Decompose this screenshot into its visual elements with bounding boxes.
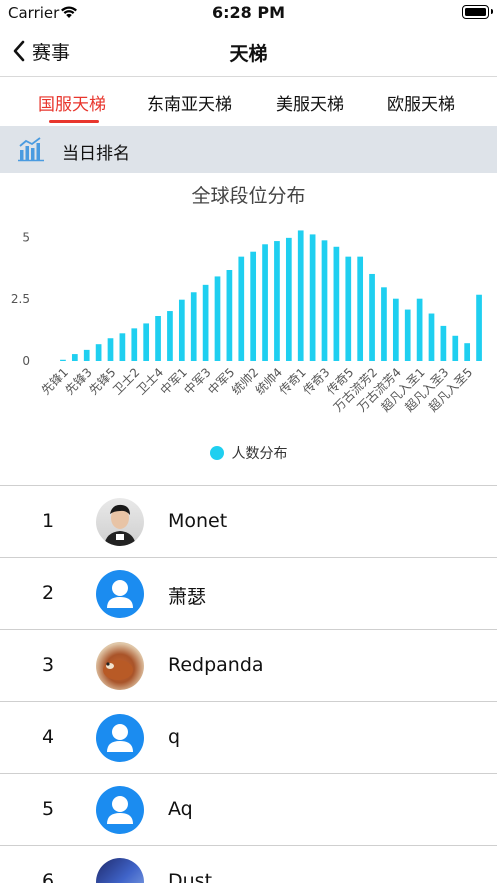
default-avatar-icon bbox=[96, 714, 144, 762]
player-name: Aq bbox=[168, 798, 193, 820]
player-name: Redpanda bbox=[168, 654, 264, 676]
chart-bar bbox=[381, 287, 387, 361]
chart-bar bbox=[440, 325, 447, 361]
x-tick-label: 卫士2 bbox=[110, 365, 142, 397]
legend-swatch bbox=[209, 446, 224, 460]
chart-bar bbox=[214, 276, 221, 361]
tab-eu-ladder[interactable]: 欧服天梯 bbox=[387, 90, 455, 115]
player-name: 萧瑟 bbox=[168, 586, 207, 608]
chart-bar bbox=[452, 335, 459, 361]
chart-bar bbox=[476, 294, 482, 361]
chart-bar bbox=[274, 241, 280, 361]
chart-bar bbox=[250, 251, 257, 361]
ranking-row[interactable]: 2 萧瑟 bbox=[0, 558, 497, 630]
tab-sea-ladder[interactable]: 东南亚天梯 bbox=[147, 90, 232, 115]
y-tick-label: 0 bbox=[22, 354, 30, 368]
status-bar: Carrier 6:28 PM bbox=[0, 0, 497, 26]
chart-bar bbox=[226, 270, 233, 361]
rank-number: 3 bbox=[41, 654, 55, 676]
rank-number: 5 bbox=[41, 798, 55, 820]
chart-bar bbox=[404, 309, 411, 361]
rank-number: 1 bbox=[41, 510, 55, 532]
chart-bar bbox=[321, 240, 328, 361]
chart-bar bbox=[262, 244, 268, 361]
rank-number: 2 bbox=[41, 582, 55, 604]
chart-bar bbox=[345, 256, 352, 361]
x-tick-label: 先锋3 bbox=[63, 365, 95, 397]
battery-icon bbox=[462, 5, 493, 19]
chart-bar bbox=[155, 315, 161, 361]
default-avatar-icon bbox=[96, 786, 144, 834]
x-tick-label: 先锋5 bbox=[86, 365, 118, 397]
x-tick-label: 传奇1 bbox=[276, 365, 309, 398]
chart-bar bbox=[416, 298, 423, 361]
chart-bar bbox=[464, 343, 471, 361]
chart-bar bbox=[285, 237, 292, 361]
default-avatar-icon bbox=[96, 570, 144, 618]
avatar bbox=[96, 858, 144, 883]
legend-label: 人数分布 bbox=[231, 446, 288, 462]
chart-bar bbox=[131, 328, 138, 361]
rank-number: 4 bbox=[41, 726, 55, 748]
chart-bar bbox=[167, 311, 173, 361]
chart-legend: 人数分布 bbox=[0, 443, 497, 463]
ranking-row[interactable]: 4 q bbox=[0, 702, 497, 774]
chart-bar bbox=[309, 234, 316, 361]
chart-bar bbox=[143, 323, 150, 361]
chart-bar bbox=[428, 313, 435, 361]
x-tick-label: 中军3 bbox=[181, 365, 214, 398]
ranking-row[interactable]: 1 Monet bbox=[0, 486, 497, 558]
y-tick-label: 5 bbox=[22, 230, 30, 244]
ranking-row[interactable]: 3 Redpanda bbox=[0, 630, 497, 702]
ranking-list: 1 Monet 2 萧瑟 3 Redpanda 4 q 5 Aq 6 Dust bbox=[0, 485, 497, 883]
tab-cn-ladder[interactable]: 国服天梯 bbox=[38, 90, 106, 115]
avatar bbox=[96, 498, 144, 546]
x-tick-label: 传奇3 bbox=[300, 365, 333, 398]
chart-bar bbox=[95, 344, 102, 361]
daily-ranking-header: 当日排名 bbox=[0, 126, 497, 173]
chart-bar bbox=[190, 292, 197, 361]
active-tab-indicator bbox=[49, 120, 99, 123]
navigation-bar: 赛事 天梯 bbox=[0, 26, 497, 77]
page-title: 天梯 bbox=[229, 43, 268, 65]
chart-bar bbox=[178, 299, 185, 361]
x-tick-label: 中军5 bbox=[204, 365, 237, 398]
region-tabs: 国服天梯 东南亚天梯 美服天梯 欧服天梯 bbox=[0, 78, 497, 124]
x-tick-label: 中军1 bbox=[157, 365, 190, 398]
chart-bar bbox=[119, 333, 126, 361]
chart-bar bbox=[392, 298, 399, 361]
ranking-row[interactable]: 6 Dust bbox=[0, 846, 497, 883]
clock: 6:28 PM bbox=[211, 3, 285, 22]
chart-bar bbox=[297, 230, 304, 361]
tab-us-ladder[interactable]: 美服天梯 bbox=[276, 90, 344, 115]
chart-bar bbox=[369, 273, 375, 361]
chart-title: 全球段位分布 bbox=[191, 185, 306, 207]
chart-bar bbox=[60, 359, 66, 361]
player-name: Dust bbox=[168, 870, 213, 883]
chart-bar bbox=[107, 338, 114, 361]
rank-number: 6 bbox=[41, 870, 55, 883]
y-tick-label: 2.5 bbox=[11, 292, 30, 306]
avatar bbox=[96, 642, 144, 690]
chart-bar bbox=[333, 246, 340, 361]
chart-bar bbox=[238, 256, 245, 361]
player-name: q bbox=[168, 726, 181, 748]
section-title: 当日排名 bbox=[62, 144, 130, 164]
chart-bar bbox=[83, 349, 90, 361]
player-name: Monet bbox=[168, 510, 228, 532]
ranking-row[interactable]: 5 Aq bbox=[0, 774, 497, 846]
rank-distribution-chart: 02.55先锋1先锋3先锋5卫士2卫士4中军1中军3中军5统帅2统帅4传奇1传奇… bbox=[11, 230, 482, 414]
chart-bar bbox=[71, 354, 78, 361]
chart-bar bbox=[357, 256, 364, 361]
bar-chart-icon bbox=[18, 136, 44, 166]
chart-bar bbox=[202, 284, 209, 361]
